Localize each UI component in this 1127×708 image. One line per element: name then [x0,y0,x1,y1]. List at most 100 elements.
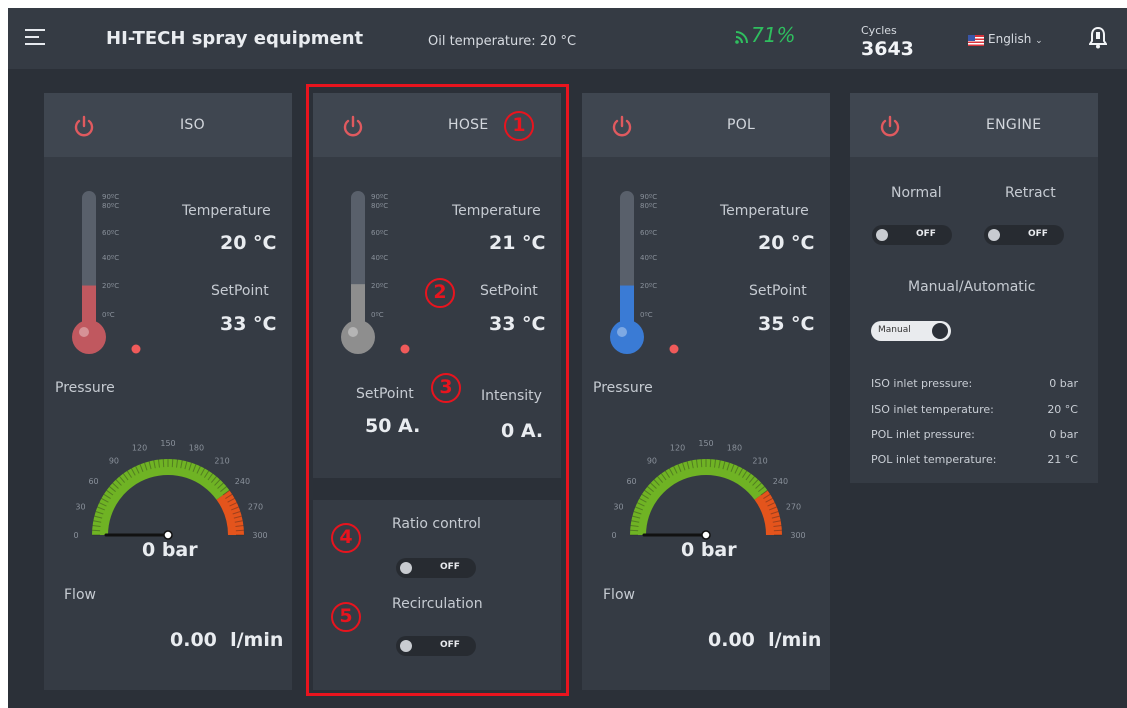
engine-panel: ENGINE Normal OFF Retract OFF Manual/Aut… [850,93,1098,483]
cycles-label: Cycles [861,24,897,37]
gauge-tick-label: 270 [786,503,801,512]
gauge-orange-band [754,490,782,535]
hamburger-menu-icon[interactable] [25,29,45,45]
gauge-tick-label: 120 [132,444,147,453]
cycles-value: 3643 [861,38,914,60]
language-selector[interactable]: English ⌄ [988,32,1043,46]
gauge-tick-label: 300 [790,531,805,540]
toggle-knob [932,323,948,339]
bell-icon[interactable] [1089,27,1107,49]
thermometer-tick-label: 0ºC [640,311,653,319]
ratio-control-state: OFF [440,562,460,572]
mode-label: Manual/Automatic [908,279,1036,295]
gauge-tick [171,459,174,468]
language-label: English [988,32,1032,46]
gauge-tick-label: 240 [235,477,250,486]
gauge-tick-label: 90 [109,457,119,466]
ratio-control-toggle[interactable]: OFF [396,558,476,578]
reading-label: POL inlet pressure: [871,428,975,441]
gauge-tick [700,459,703,468]
pol-temperature-label: Temperature [720,203,809,219]
iso-pressure-label: Pressure [55,380,115,396]
pol-power-icon[interactable] [610,115,634,139]
us-flag-icon [968,35,984,46]
recirculation-state: OFF [440,640,460,650]
gauge-tick [235,529,244,532]
thermometer-tick-label: 20ºC [640,282,657,290]
hose-current-setpoint-label: SetPoint [356,386,414,402]
iso-setpoint-value: 33 °C [220,313,277,335]
thermometer-tick-label: 80ºC [371,202,388,210]
retract-state: OFF [1028,229,1048,239]
gauge-tick-label: 60 [626,477,636,486]
thermometer-tick-label: 60ºC [640,229,657,237]
hose-setpoint-label: SetPoint [480,283,538,299]
gauge-tick-label: 150 [698,439,713,448]
gauge-tick-label: 150 [160,439,175,448]
pol-temperature-value: 20 °C [758,232,815,254]
thermometer-bulb-shine [79,327,89,337]
toggle-knob [400,640,412,652]
thermometer-bulb [610,320,644,354]
normal-toggle[interactable]: OFF [872,225,952,245]
iso-pressure-value: 0 bar [142,539,198,561]
reading-value: 0 bar [1049,377,1078,390]
recirculation-toggle[interactable]: OFF [396,636,476,656]
pol-setpoint-value: 35 °C [758,313,815,335]
gauge-tick [709,459,712,468]
hose-intensity-label: Intensity [481,388,542,404]
thermometer-tick-label: 20ºC [102,282,119,290]
retract-toggle[interactable]: OFF [984,225,1064,245]
gauge-tick-label: 30 [613,503,623,512]
gauge-orange-band [216,490,244,535]
pol-thermometer: 90ºC80ºC 60ºC 40ºC 20ºC 0ºC [610,191,679,354]
signal-strength: 71% [751,23,796,47]
hose-intensity-value: 0 A. [501,420,544,442]
engine-power-icon[interactable] [878,115,902,139]
iso-power-icon[interactable] [72,115,96,139]
thermometer-tick-label: 40ºC [640,254,657,262]
thermometer-tick-label: 40ºC [371,254,388,262]
thermometer-tick-label: 80ºC [102,202,119,210]
gauge-tick-label: 30 [75,503,85,512]
pol-pressure-value: 0 bar [681,539,737,561]
iso-temperature-value: 20 °C [220,232,277,254]
toggle-knob [876,229,888,241]
chevron-down-icon: ⌄ [1035,36,1043,46]
thermometer-bulb [341,320,375,354]
annotation-marker-4: 4 [331,523,361,553]
iso-thermometer: 90ºC80ºC 60ºC 40ºC 20ºC 0ºC [72,191,141,354]
hose-power-icon[interactable] [341,115,365,139]
hose-setpoint-value: 33 °C [489,313,546,335]
app-title: HI-TECH spray equipment [106,28,364,49]
thermometer-bulb [72,320,106,354]
iso-temperature-label: Temperature [182,203,271,219]
hose-title: HOSE [448,117,489,133]
gauge-tick-label: 240 [773,477,788,486]
iso-panel: ISO 90ºC 80ºC 60ºC 40ºC 20ºC 0ºC Temperature … [44,93,292,690]
reading-value: 20 °C [1047,403,1078,416]
thermometer-tick-label: 0ºC [102,311,115,319]
gauge-tick-label: 180 [727,444,742,453]
status-led [669,344,679,354]
hose-current-setpoint-value: 50 A. [365,415,421,437]
engine-title: ENGINE [986,117,1042,133]
gauge-tick-label: 210 [752,457,767,466]
thermometer-tick-label: 90ºC [102,193,119,201]
gauge-needle-hub [701,530,711,540]
gauge-tick-label: 60 [88,477,98,486]
thermometer-tick-label: 60ºC [102,229,119,237]
iso-setpoint-label: SetPoint [211,283,269,299]
manual-automatic-toggle[interactable]: Manual [871,321,951,341]
toggle-knob [400,562,412,574]
hose-thermometer: 90ºC80ºC 60ºC 40ºC 20ºC 0ºC [341,191,410,354]
thermometer-bulb-shine [348,327,358,337]
recirculation-label: Recirculation [392,596,483,612]
thermometer-tick-label: 60ºC [371,229,388,237]
pol-flow-value: 0.00 l/min [708,629,822,651]
status-led [400,344,410,354]
thermometer-tick-label: 80ºC [640,202,657,210]
thermometer-fill [82,285,96,325]
iso-flow-value: 0.00 l/min [170,629,284,651]
oil-temperature: Oil temperature: 20 °C [428,34,577,49]
